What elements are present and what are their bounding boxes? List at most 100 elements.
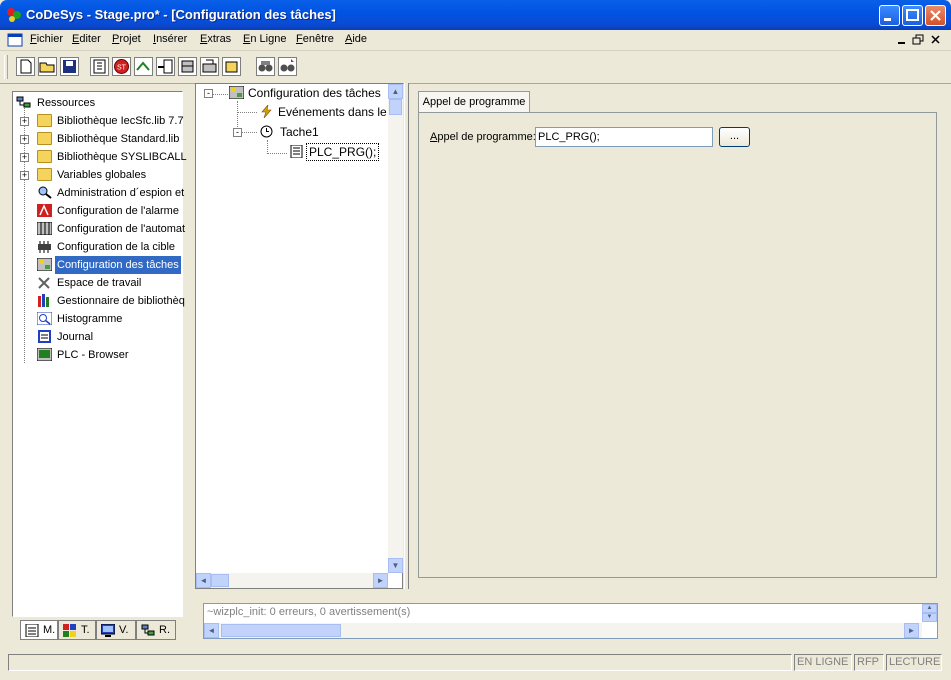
- hscroll-thumb[interactable]: [211, 574, 229, 587]
- scroll-down-icon[interactable]: ▼: [388, 558, 403, 573]
- tree-guide-line: [267, 153, 287, 154]
- build-button[interactable]: [90, 57, 109, 76]
- maximize-button[interactable]: [902, 5, 923, 26]
- menu-extras[interactable]: Extras: [200, 33, 231, 45]
- status-read: LECTURE: [886, 654, 942, 671]
- message-window[interactable]: ~wizplc_init: 0 erreurs, 0 avertissement…: [203, 603, 938, 639]
- message-hscrollbar[interactable]: ◄ ►: [204, 623, 922, 638]
- menu-projet[interactable]: Projet: [112, 33, 141, 45]
- program-icon: [290, 145, 303, 158]
- tools-icon: [38, 277, 50, 289]
- close-button[interactable]: [925, 5, 946, 26]
- tree-guide-line: [24, 108, 25, 363]
- expand-plus-icon[interactable]: +: [20, 153, 29, 162]
- maximize-icon: [906, 9, 919, 21]
- scroll-right-icon[interactable]: ►: [373, 573, 388, 588]
- title-bar[interactable]: CoDeSys - Stage.pro* - [Configuration de…: [0, 0, 951, 30]
- tab-pous[interactable]: M.: [20, 620, 58, 640]
- step-in-button[interactable]: [156, 57, 175, 76]
- histogram-icon: [37, 312, 52, 325]
- new-file-button[interactable]: [16, 57, 35, 76]
- tab-resources[interactable]: R.: [136, 620, 176, 640]
- new-file-icon: [20, 59, 32, 74]
- plc-config-icon: [37, 222, 52, 235]
- horizontal-splitter[interactable]: [195, 592, 946, 598]
- tab-data-types[interactable]: T.: [58, 620, 96, 640]
- vertical-splitter[interactable]: [187, 88, 193, 644]
- program-call-input[interactable]: [535, 127, 713, 147]
- expand-plus-icon[interactable]: +: [20, 135, 29, 144]
- cycle-icon: [181, 60, 194, 73]
- collapse-minus-icon[interactable]: -: [233, 128, 242, 137]
- scroll-up-icon[interactable]: ▲: [388, 84, 403, 99]
- journal-icon: [38, 330, 51, 343]
- resources-icon: [16, 96, 31, 108]
- menu-inserer[interactable]: Insérer: [153, 33, 187, 45]
- close-icon: [930, 10, 941, 21]
- expand-plus-icon[interactable]: +: [20, 117, 29, 126]
- stop-icon: ST: [114, 59, 129, 74]
- folder-icon: [37, 168, 52, 181]
- toolbar-grip[interactable]: [4, 55, 8, 79]
- mdi-close-icon[interactable]: [930, 34, 942, 46]
- single-cycle-button[interactable]: [178, 57, 197, 76]
- mdi-restore-icon[interactable]: [912, 34, 924, 46]
- scroll-left-icon[interactable]: ◄: [196, 573, 211, 588]
- tab-visualizations[interactable]: V.: [96, 620, 136, 640]
- vscroll-thumb[interactable]: [389, 99, 402, 115]
- open-file-button[interactable]: [38, 57, 57, 76]
- step-icon: [136, 61, 150, 71]
- stop-button[interactable]: ST: [112, 57, 131, 76]
- folder-icon: [37, 132, 52, 145]
- step-in-icon: [158, 59, 173, 74]
- hscroll-thumb[interactable]: [221, 624, 341, 637]
- program-call-label: Appel de programme:: [430, 131, 536, 143]
- task-config-icon: [37, 258, 52, 271]
- force-icon: [225, 61, 238, 73]
- appel-de-programme-panel: Appel de programme: ...: [418, 112, 937, 578]
- scroll-left-icon[interactable]: ◄: [204, 623, 219, 638]
- expand-plus-icon[interactable]: +: [20, 171, 29, 180]
- menu-en-ligne[interactable]: En Ligne: [243, 33, 286, 45]
- write-icon: [202, 59, 217, 73]
- force-values-button[interactable]: [222, 57, 241, 76]
- binoculars-replace-icon: [280, 59, 295, 72]
- svg-text:ST: ST: [117, 65, 127, 72]
- document-window-icon[interactable]: [7, 33, 23, 47]
- task-tree-vscrollbar[interactable]: ▲ ▼: [388, 84, 403, 573]
- scroll-up-icon[interactable]: ▲: [922, 604, 937, 613]
- message-vscrollbar[interactable]: ▲ ▼: [922, 604, 937, 622]
- resources-tree[interactable]: Ressources + Bibliothèque IecSfc.lib 7.7…: [12, 91, 187, 617]
- status-online: EN LIGNE: [794, 654, 852, 671]
- task-tree-hscrollbar[interactable]: ◄ ►: [196, 573, 388, 588]
- event-icon: [261, 105, 272, 118]
- alarm-icon: [37, 204, 52, 217]
- browser-icon: [37, 348, 52, 361]
- status-bar: EN LIGNE RFP LECTURE: [8, 654, 943, 672]
- mdi-minimize-icon[interactable]: [896, 34, 908, 46]
- menu-aide[interactable]: Aide: [345, 33, 367, 45]
- collapse-minus-icon[interactable]: -: [204, 89, 213, 98]
- library-icon: [38, 294, 49, 307]
- types-icon: [63, 624, 76, 637]
- step-over-button[interactable]: [134, 57, 153, 76]
- save-button[interactable]: [60, 57, 79, 76]
- pou-icon: [25, 624, 39, 637]
- toolbar: ST: [0, 51, 951, 84]
- browse-button[interactable]: ...: [719, 127, 750, 147]
- tab-appel-de-programme[interactable]: Appel de programme: [418, 91, 530, 113]
- codesys-app-icon[interactable]: [6, 7, 22, 23]
- menu-editer[interactable]: Editer: [72, 33, 101, 45]
- scroll-down-icon[interactable]: ▼: [922, 613, 937, 622]
- find-button[interactable]: [256, 57, 275, 76]
- minimize-button[interactable]: [879, 5, 900, 26]
- task-config-tree[interactable]: - Configuration des tâches Evénements da…: [195, 83, 403, 589]
- scroll-right-icon[interactable]: ►: [904, 623, 919, 638]
- detail-splitter[interactable]: [404, 83, 409, 589]
- menu-fichier[interactable]: Fichier: [30, 33, 63, 45]
- target-icon: [38, 241, 51, 253]
- write-values-button[interactable]: [200, 57, 219, 76]
- status-message: [8, 654, 792, 671]
- replace-button[interactable]: [278, 57, 297, 76]
- menu-fenetre[interactable]: Fenêtre: [296, 33, 334, 45]
